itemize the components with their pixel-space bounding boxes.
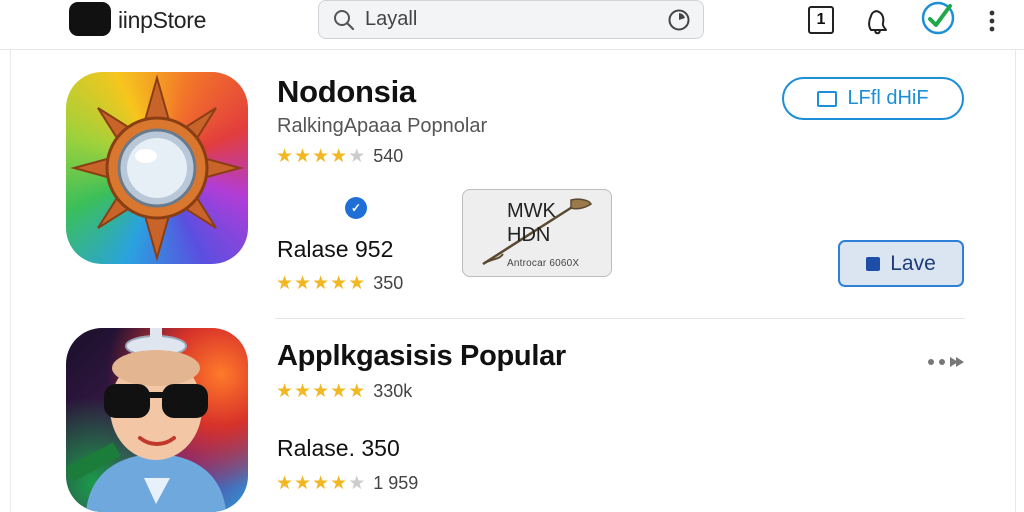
thumbnail-line1: MWK — [507, 200, 556, 222]
star-icon: ★ — [276, 146, 294, 167]
star-icon: ★ — [330, 381, 348, 402]
rating-stars: ★ ★ ★ ★ ★ 350 — [276, 272, 403, 295]
star-icon: ★ — [348, 473, 366, 494]
logo-icon[interactable] — [69, 2, 111, 36]
open-button[interactable]: LFfl dHiF — [782, 77, 964, 120]
row-divider — [275, 318, 965, 319]
star-icon: ★ — [348, 273, 366, 294]
window-icon — [817, 90, 838, 107]
open-button-label: LFfl dHiF — [847, 87, 929, 109]
star-icon: ★ — [348, 381, 366, 402]
search-input[interactable] — [365, 5, 655, 33]
clock-icon[interactable] — [667, 8, 691, 32]
square-icon — [866, 256, 881, 271]
app-title[interactable]: Applkgasisis Popular — [277, 340, 566, 373]
star-icon: ★ — [276, 381, 294, 402]
save-button[interactable]: Lave — [838, 240, 964, 287]
star-icon: ★ — [312, 146, 330, 167]
release-label: Ralase. 350 — [277, 435, 400, 461]
thumbnail-line2: HDN — [507, 224, 551, 246]
app-name[interactable]: iinpStore — [118, 7, 206, 34]
rating-count: 330k — [373, 381, 413, 401]
badge-icon[interactable]: 1 — [808, 6, 834, 34]
screenshot-thumbnail[interactable]: MWK HDN Antrocar 6060X — [462, 189, 612, 277]
sun-lens-icon — [70, 74, 244, 262]
app-icon-character[interactable] — [66, 328, 248, 512]
save-button-label: Lave — [890, 251, 936, 275]
check-circle-icon[interactable] — [920, 0, 956, 36]
star-icon: ★ — [276, 473, 294, 494]
rating-count: 1 959 — [373, 473, 419, 493]
bell-icon[interactable] — [862, 6, 892, 36]
star-icon: ★ — [348, 146, 366, 167]
star-icon: ★ — [312, 473, 330, 494]
star-icon: ★ — [294, 146, 312, 167]
more-arrows-icon[interactable] — [926, 354, 964, 370]
thumbnail-caption: Antrocar 6060X — [507, 258, 580, 269]
app-subtitle: RalkingApaaa Popnolar — [277, 115, 488, 137]
star-icon: ★ — [330, 473, 348, 494]
star-icon: ★ — [294, 273, 312, 294]
star-icon: ★ — [312, 381, 330, 402]
rating-count: 350 — [373, 273, 404, 293]
star-icon: ★ — [294, 473, 312, 494]
more-icon[interactable] — [984, 6, 1000, 36]
star-icon: ★ — [276, 273, 294, 294]
star-icon: ★ — [330, 273, 348, 294]
search-icon — [334, 10, 355, 31]
release-label: Ralase 952 — [277, 236, 394, 262]
star-icon: ★ — [294, 381, 312, 402]
rating-stars: ★ ★ ★ ★ ★ 1 959 — [276, 472, 418, 495]
star-icon: ★ — [330, 146, 348, 167]
rating-count: 540 — [373, 146, 404, 166]
star-icon: ★ — [312, 273, 330, 294]
badge-count: 1 — [816, 11, 826, 28]
top-bar: iinpStore 1 — [0, 0, 1024, 50]
app-title[interactable]: Nodonsia — [277, 74, 416, 110]
rating-stars: ★ ★ ★ ★ ★ 330k — [276, 380, 412, 403]
search-bar[interactable] — [318, 0, 704, 39]
verified-icon: ✓ — [345, 197, 367, 219]
character-avatar-icon — [66, 328, 226, 512]
rating-stars: ★ ★ ★ ★ ★ 540 — [276, 145, 403, 168]
app-icon-sun[interactable] — [66, 72, 248, 264]
